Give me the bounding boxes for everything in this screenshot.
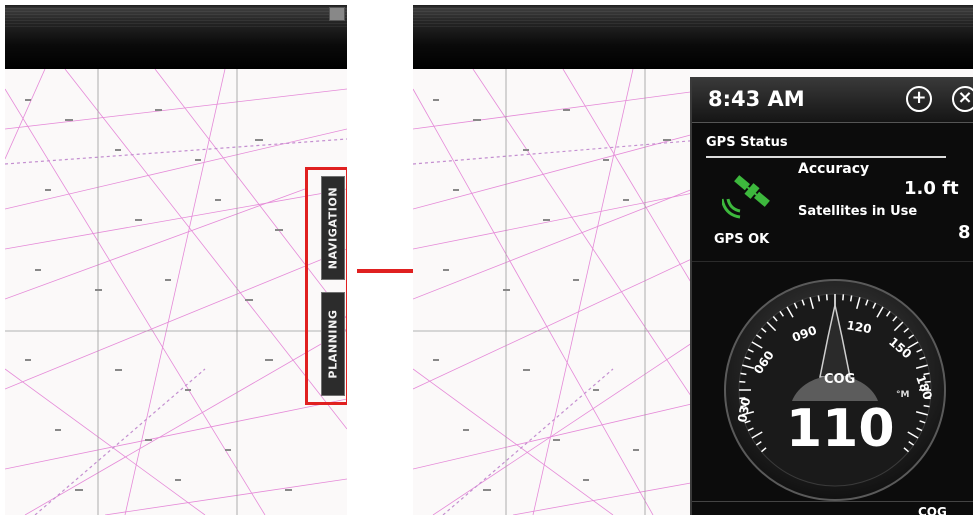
gps-status-title: GPS Status [706,135,788,150]
compass-tick [849,295,853,302]
next-gauge-label: COG [918,505,947,515]
accuracy-label: Accuracy [798,161,870,177]
clock: 8:43 AM [708,87,805,111]
cog-label: COG [824,372,856,387]
divider [706,156,946,158]
right-screenshot: 502 8:43 AM + × GPS Status Accuracy 1.0 … [413,5,973,515]
divider [692,261,973,262]
satellites-label: Satellites in Use [798,204,918,219]
compass-tick [817,295,821,302]
add-icon[interactable]: + [906,86,932,112]
divider [692,501,973,502]
data-panel: 8:43 AM + × GPS Status Accuracy 1.0 ft S… [690,77,973,515]
cog-unit: °M [896,390,910,400]
satellites-value: 8 [958,222,971,243]
close-icon[interactable]: × [952,86,973,112]
compass-tick [825,294,828,301]
accuracy-value: 1.0 ft [904,178,959,199]
compass-tick [923,404,930,408]
compass-tick [740,372,747,376]
panel-header: 8:43 AM + × [692,77,973,123]
compass-tick [842,294,845,301]
cog-value: 110 [786,399,895,459]
gps-status-text: GPS OK [714,232,770,247]
satellite-icon [722,175,770,219]
title-bar [413,5,973,69]
compass-tick [739,380,746,383]
compass-gauge: 030 060 090 120 150 180 [724,279,946,501]
